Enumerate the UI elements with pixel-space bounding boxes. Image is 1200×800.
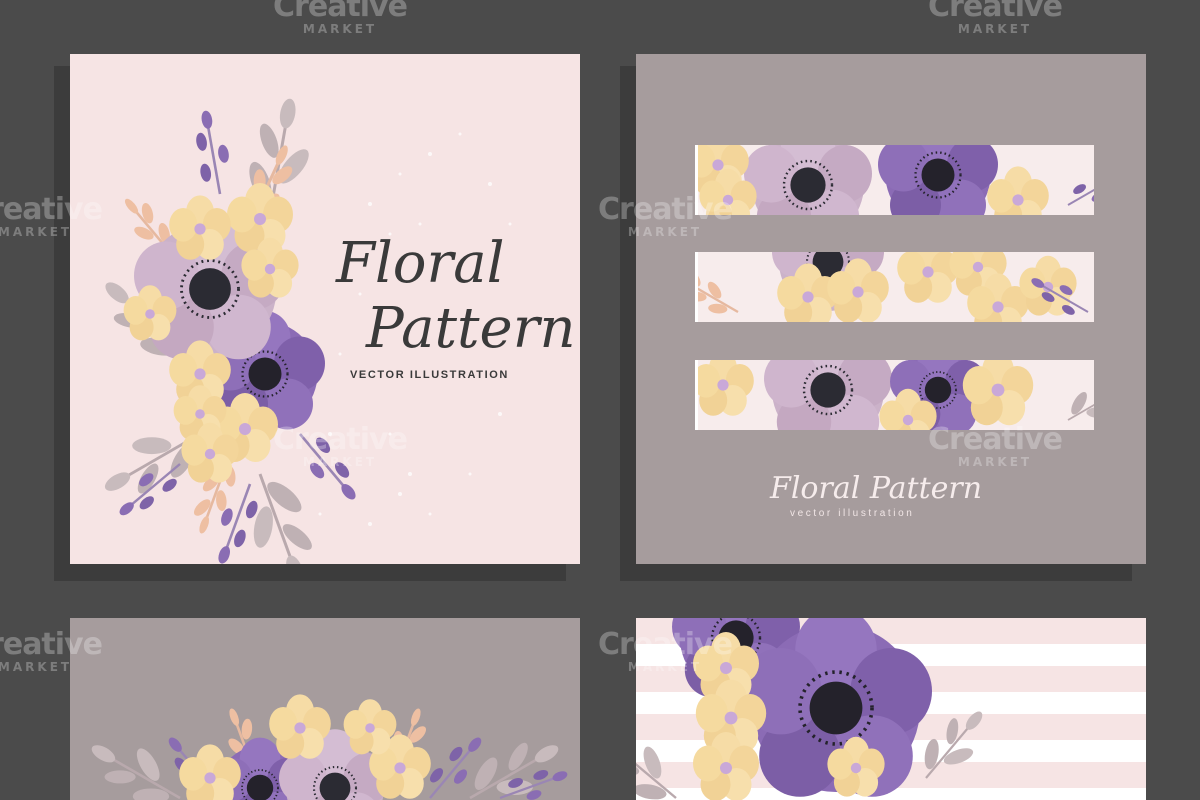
banner-strip-2 — [695, 252, 1094, 322]
card1-subtitle: VECTOR ILLUSTRATION — [350, 369, 509, 381]
watermark: CreativeMARKET — [273, 0, 408, 36]
banner-strip-3 — [695, 360, 1094, 430]
card1-title-line1: Floral — [336, 231, 505, 296]
card-floral-mauve — [70, 618, 580, 800]
card-floral-striped — [636, 618, 1146, 800]
watermark: CreativeMARKET — [928, 0, 1063, 36]
card2-title: Floral Pattern — [770, 471, 983, 506]
banner-2-illustration — [698, 252, 1094, 322]
card1-title-line2: Pattern — [366, 296, 576, 361]
card4-illustration — [636, 618, 1001, 800]
banner-strip-1 — [695, 145, 1094, 215]
card2-subtitle: vector illustration — [790, 508, 915, 519]
card-floral-bouquet: Floral Pattern VECTOR ILLUSTRATION — [70, 54, 580, 564]
banner-1-illustration — [698, 145, 1094, 215]
banner-3-illustration — [698, 360, 1094, 430]
card3-illustration — [76, 694, 574, 800]
